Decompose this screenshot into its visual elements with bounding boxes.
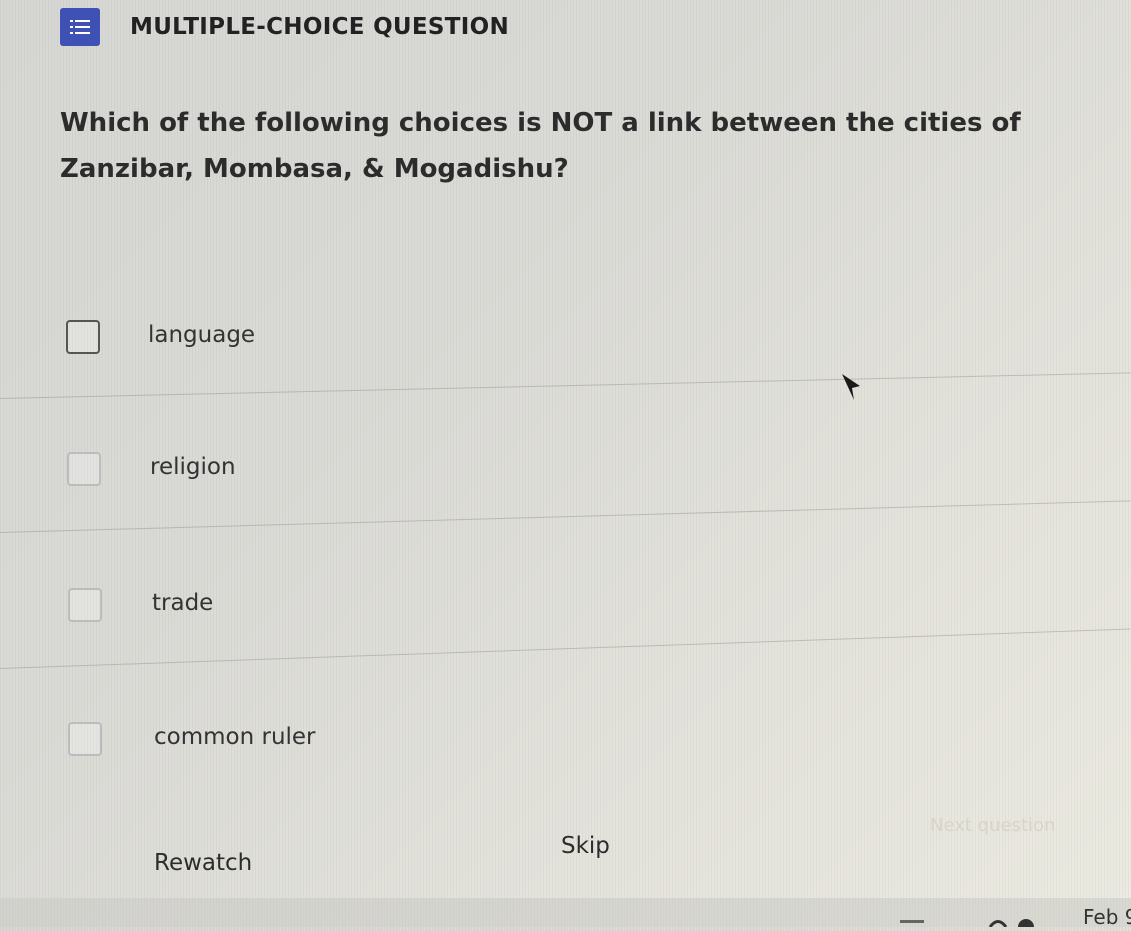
checkbox[interactable] (68, 588, 102, 622)
choice-label: common ruler (154, 724, 316, 750)
question-text: Which of the following choices is NOT a … (60, 108, 1021, 184)
minus-icon (900, 920, 924, 923)
header-title: MULTIPLE-CHOICE QUESTION (130, 14, 510, 40)
choice-label: religion (150, 454, 236, 480)
rewatch-button[interactable]: Rewatch (154, 850, 252, 876)
list-icon (60, 8, 100, 46)
choice-language[interactable]: language (0, 320, 1131, 380)
choice-common-ruler[interactable]: common ruler (0, 722, 1131, 782)
checkbox[interactable] (66, 320, 100, 354)
next-question-button[interactable]: Next question (930, 815, 1055, 836)
choice-label: trade (152, 590, 214, 616)
taskbar-icons (0, 898, 1131, 931)
mouse-cursor-icon (842, 374, 860, 400)
question-header: MULTIPLE-CHOICE QUESTION (60, 8, 509, 46)
taskbar-date: Feb 9 (1083, 905, 1131, 929)
choice-label: language (148, 322, 256, 348)
taskbar (0, 898, 1131, 931)
checkbox[interactable] (67, 452, 101, 486)
choice-religion[interactable]: religion (0, 452, 1131, 512)
checkbox[interactable] (68, 722, 102, 756)
skip-button[interactable]: Skip (561, 833, 610, 859)
choice-trade[interactable]: trade (0, 588, 1131, 648)
